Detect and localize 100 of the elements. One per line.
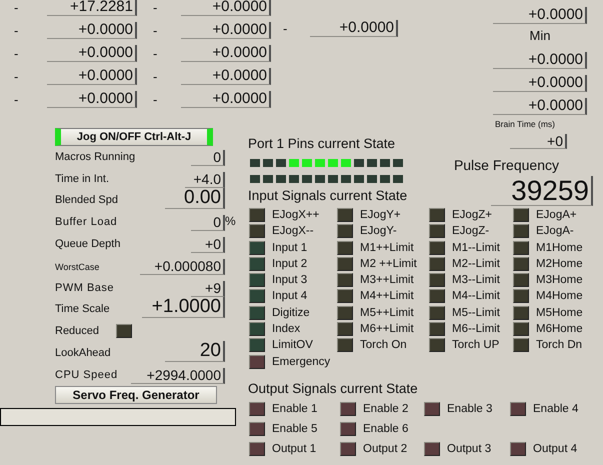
stat-label: CPU Speed <box>55 368 118 381</box>
input-signal-label: M2Home <box>536 258 583 270</box>
input-signal-label: Emergency <box>272 356 330 368</box>
stat-value: +2994.0000 <box>131 368 225 384</box>
input-signal-label: Input 3 <box>272 274 308 286</box>
jog-button[interactable]: Jog ON/OFF Ctrl-Alt-J <box>55 128 213 146</box>
value-field: +0.0000 <box>493 7 587 24</box>
input-signal-label: Input 1 <box>272 242 308 254</box>
output-led <box>340 442 356 456</box>
input-signal-label: M5--Limit <box>452 306 500 319</box>
output-signal-label: Enable 5 <box>272 422 318 435</box>
input-signal-label: M3--Limit <box>452 274 500 286</box>
stat-value: +4.0 <box>185 172 225 188</box>
axis-value-field: +0.0000 <box>47 22 137 39</box>
stat-value: +1.0000 <box>142 297 225 318</box>
input-signal-label: M3Home <box>536 274 583 286</box>
input-signal-label: EJogY- <box>360 225 397 238</box>
input-signal-label: Digitize <box>272 306 310 319</box>
dash-label: - <box>152 23 158 38</box>
output-led <box>249 402 265 416</box>
input-signal-label: M6--Limit <box>452 323 500 336</box>
input-signal-label: EJogY+ <box>360 209 401 221</box>
output-signal-label: Output 1 <box>272 442 316 455</box>
output-signal-label: Enable 6 <box>363 422 408 435</box>
stat-value: +0.000080 <box>140 258 225 275</box>
input-signal-label: Torch On <box>360 339 407 352</box>
axis-value-field: +0.0000 <box>310 20 398 37</box>
output-signal-label: Enable 1 <box>272 402 318 415</box>
output-led <box>424 402 440 416</box>
stat-label: PWM Base <box>55 282 114 294</box>
input-signals-title: Input Signals current State <box>248 188 408 203</box>
dash-label: - <box>13 0 20 15</box>
input-signal-label: EJogX-- <box>272 225 314 238</box>
input-signal-label: M5Home <box>536 306 583 319</box>
output-led <box>424 442 440 456</box>
stat-label: Reduced <box>55 325 100 338</box>
dash-label: - <box>152 46 158 61</box>
input-signal-label: M2--Limit <box>452 258 500 270</box>
input-signal-label: Input 2 <box>272 258 308 270</box>
output-signal-label: Enable 2 <box>363 402 408 415</box>
output-signal-label: Output 3 <box>447 442 492 455</box>
brain-time-field: +0 <box>510 134 567 149</box>
input-signal-label: Input 4 <box>272 290 308 302</box>
stat-label: Time in Int. <box>55 172 109 185</box>
input-signal-label: Torch UP <box>452 339 500 352</box>
stat-value: +0 <box>191 236 225 253</box>
stat-label: Buffer Load <box>55 216 118 228</box>
dash-label: - <box>13 69 20 84</box>
stat-label: Queue Depth <box>55 238 120 250</box>
output-led <box>249 422 265 436</box>
stat-label: Macros Running <box>55 150 136 163</box>
output-led <box>340 422 356 436</box>
axis-value-field: +0.0000 <box>181 68 271 85</box>
dash-label: - <box>13 92 20 107</box>
output-led <box>510 402 526 416</box>
axis-value-field: +0.0000 <box>181 91 271 108</box>
pulse-frequency-label: Pulse Frequency <box>454 157 559 173</box>
output-led <box>510 442 526 456</box>
input-signal-label: M1--Limit <box>452 242 500 254</box>
axis-value-field: +0.0000 <box>47 45 137 62</box>
input-signal-label: M4++Limit <box>360 290 414 302</box>
axis-value-field: +0.0000 <box>181 22 271 39</box>
stat-value: 20 <box>165 340 225 362</box>
output-signal-label: Output 4 <box>533 442 578 455</box>
output-signal-label: Output 2 <box>363 442 408 455</box>
input-signal-label: M4--Limit <box>452 290 500 302</box>
stat-value: 0 <box>191 215 225 232</box>
axis-value-field: +0.0000 <box>181 45 271 62</box>
input-signal-label: M2 ++Limit <box>360 258 417 270</box>
dash-label: - <box>152 69 158 84</box>
stat-label: WorstCase <box>55 262 100 272</box>
stat-value: 0.00 <box>165 188 225 210</box>
min-label: Min <box>530 28 550 43</box>
value-field: +0.0000 <box>493 52 587 69</box>
output-led <box>249 442 265 456</box>
input-signal-label: Index <box>272 323 300 336</box>
output-led <box>340 402 356 416</box>
input-signal-label: EJogX++ <box>272 209 320 221</box>
input-signal-label: M1Home <box>536 242 583 254</box>
value-field: +0.0000 <box>493 98 587 115</box>
stat-label: Blended Spd <box>55 194 118 206</box>
axis-value-field: +0.0000 <box>47 68 137 85</box>
input-signal-label: EJogZ+ <box>452 209 492 221</box>
pulse-frequency-field: 39259 <box>491 176 593 206</box>
dash-label: - <box>13 46 20 61</box>
output-signal-label: Enable 4 <box>533 402 578 415</box>
dash-label: - <box>13 23 20 38</box>
axis-value-field: +0.0000 <box>47 91 137 108</box>
dash-label: - <box>152 0 158 15</box>
dash-label: - <box>152 92 158 107</box>
stat-value: +9 <box>191 280 225 297</box>
servo-freq-button[interactable]: Servo Freq. Generator <box>55 386 217 404</box>
input-signal-label: LimitOV <box>272 339 313 352</box>
output-signal-label: Enable 3 <box>447 402 492 415</box>
input-signal-label: M6++Limit <box>360 323 414 336</box>
stat-label: Time Scale <box>55 303 110 316</box>
input-signal-label: EJogA- <box>536 225 574 238</box>
input-signal-label: M4Home <box>536 290 583 302</box>
input-signal-label: M5++Limit <box>360 306 414 319</box>
stat-label: LookAhead <box>55 346 111 359</box>
